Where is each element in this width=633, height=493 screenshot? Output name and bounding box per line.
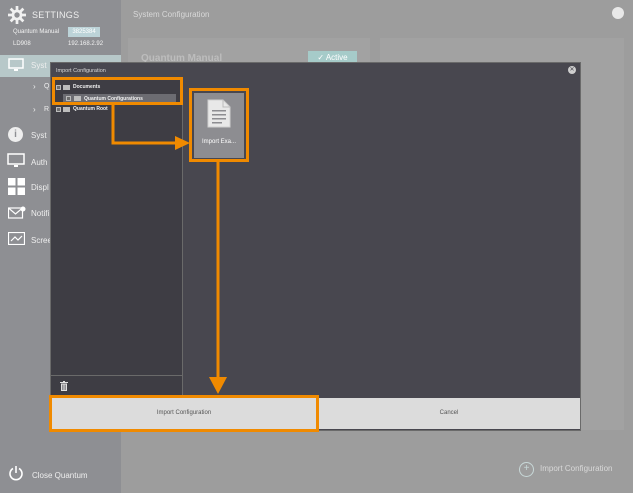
dialog-title: Import Configuration: [56, 68, 106, 74]
close-icon[interactable]: ✕: [568, 66, 576, 74]
tree-item-quantum-root[interactable]: Quantum Root: [73, 106, 108, 112]
device-name: Quantum Manual: [13, 29, 60, 35]
device-id-badge: 3825384: [68, 27, 100, 37]
close-quantum-button[interactable]: Close Quantum: [32, 471, 88, 480]
monitor-icon: [7, 153, 25, 167]
settings-title: SETTINGS: [32, 10, 80, 20]
monitor-icon: [8, 58, 24, 71]
power-icon[interactable]: [8, 465, 24, 481]
sidebar-item-label[interactable]: Notifi: [31, 209, 49, 218]
page-title: System Configuration: [133, 10, 210, 19]
highlight-box: [52, 77, 183, 105]
grid-icon: [8, 178, 25, 195]
chevron-right-icon[interactable]: ›: [33, 82, 36, 91]
gear-icon: [8, 6, 26, 24]
highlight-box: [49, 395, 319, 432]
divider: [51, 375, 182, 376]
mail-icon: [8, 206, 26, 219]
trash-icon[interactable]: [60, 381, 68, 391]
sidebar-item-label[interactable]: Displ: [31, 183, 49, 192]
info-icon: i: [8, 127, 23, 142]
screen-icon: [8, 232, 25, 245]
plus-icon[interactable]: +: [519, 462, 534, 477]
import-configuration-link[interactable]: Import Configuration: [540, 464, 612, 473]
expand-icon[interactable]: [56, 107, 61, 112]
device-ip: 192.168.2.92: [68, 41, 104, 47]
folder-icon: [63, 107, 70, 112]
sidebar-item-label: Syst: [31, 61, 47, 70]
sidebar-item-label[interactable]: Syst: [31, 131, 47, 140]
folder-tree: [51, 78, 183, 398]
cancel-button[interactable]: Cancel: [318, 398, 580, 429]
sidebar-subitem-label[interactable]: R: [44, 106, 49, 113]
sidebar-item-label[interactable]: Scree: [31, 236, 52, 245]
sidebar-item-label[interactable]: Auth: [31, 158, 47, 167]
chevron-right-icon[interactable]: ›: [33, 105, 36, 114]
device-model: LD908: [13, 41, 31, 47]
sidebar-subitem-label[interactable]: Q: [44, 83, 49, 90]
close-icon[interactable]: [612, 7, 624, 19]
highlight-box: [189, 88, 249, 162]
